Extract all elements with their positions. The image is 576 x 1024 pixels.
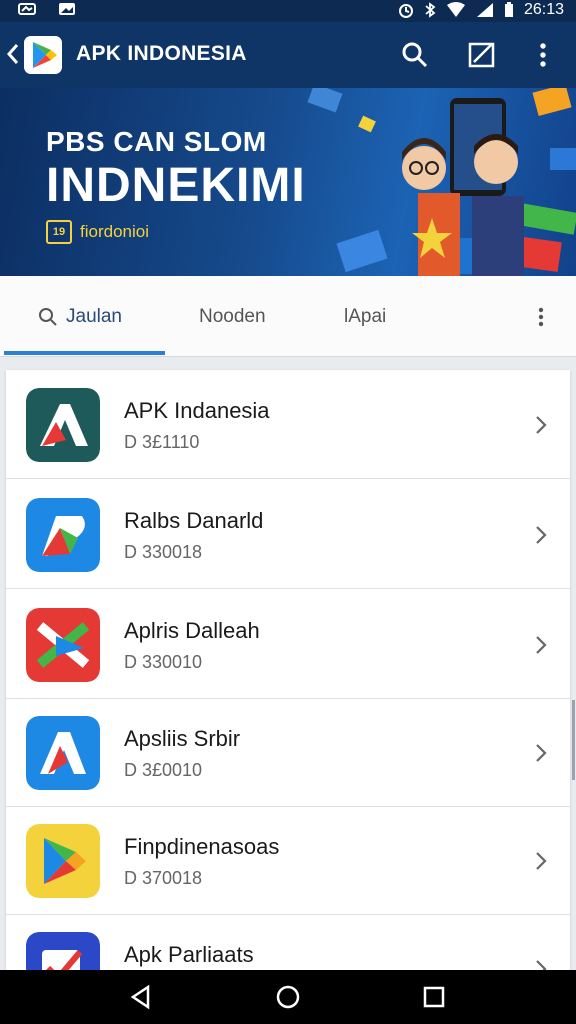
app-name: Aplris Dalleah [124,618,260,643]
home-circle-icon[interactable] [275,984,301,1010]
recents-square-icon[interactable] [421,984,447,1010]
alarm-icon [398,4,413,18]
scrollbar[interactable] [572,700,575,780]
app-size: D 370018 [124,868,203,888]
signal-icon [476,3,493,17]
list-item[interactable]: Apk Parliaats [6,914,570,970]
back-arrow-icon[interactable] [6,39,20,69]
chevron-right-icon [536,526,547,544]
tab-jaulan[interactable]: Jaulan [38,306,122,328]
app-title: APK INDONESIA [76,42,247,65]
list-item[interactable]: Aplris Dalleah D 330010 [6,590,570,699]
chevron-right-icon [536,636,547,654]
list-item[interactable]: Apsliis Srbir D 3£0010 [6,698,570,807]
tab-label: lApai [344,306,387,327]
app-name: APK Indanesia [124,398,270,423]
chevron-right-icon [536,960,547,970]
banner-title: INDNEKIMI [46,159,306,212]
app-name: Ralbs Danarld [124,508,264,533]
play-store-logo [24,36,62,74]
tab-active-indicator [4,351,165,355]
promo-banner[interactable]: PBS CAN SLOM INDNEKIMI 19 fiordonioi [0,88,576,276]
list-item[interactable]: APK Indanesia D 3£1110 [6,370,570,479]
app-size: D 3£0010 [124,760,203,780]
tab-label: Nooden [199,306,266,327]
red-a-logo-icon [26,498,100,572]
system-nav-bar [0,970,576,1024]
banner-tag: 19 fiordonioi [46,220,149,244]
tag-badge: 19 [46,220,72,244]
app-name: Finpdinenasoas [124,834,280,859]
bluetooth-icon [425,2,436,18]
search-icon[interactable] [400,40,430,70]
banner-illustration [307,88,576,276]
app-name: Apk Parliaats [124,942,254,967]
checkbox-icon [26,932,100,970]
app-size: D 3£1110 [124,432,200,452]
edit-icon[interactable] [467,40,497,70]
red-a-logo-icon [26,716,100,790]
apk-a-logo-icon [26,388,100,462]
chevron-right-icon [536,416,547,434]
back-triangle-icon[interactable] [128,984,154,1010]
app-size: D 330018 [124,542,203,562]
more-vert-icon[interactable] [528,40,558,70]
list-item[interactable]: Finpdinenasoas D 370018 [6,806,570,915]
list-item[interactable]: Ralbs Danarld D 330018 [6,480,570,589]
play-triangle-icon [26,824,100,898]
notification-icon [18,3,36,15]
more-vert-icon[interactable] [532,306,550,328]
tab-lapai[interactable]: lApai [344,306,386,328]
app-list: APK Indanesia D 3£1110 Ralbs Danarld D 3… [6,370,570,970]
search-icon [39,308,57,326]
chevron-right-icon [536,852,547,870]
banner-headline: PBS CAN SLOM [46,126,267,157]
tab-bar: Jaulan Nooden lApai [0,276,576,357]
status-bar: 26:13 [0,0,576,22]
wifi-icon [446,2,465,17]
colorful-x-logo-icon [26,608,100,682]
battery-icon [504,2,513,17]
tag-text: fiordonioi [80,222,149,241]
clock: 26:13 [523,1,564,18]
app-bar: APK INDONESIA [0,22,576,88]
app-size: D 330010 [124,652,203,672]
image-icon [59,3,75,15]
tab-label: Jaulan [66,306,122,327]
chevron-right-icon [536,744,547,762]
tab-nooden[interactable]: Nooden [199,306,266,328]
app-name: Apsliis Srbir [124,726,241,751]
